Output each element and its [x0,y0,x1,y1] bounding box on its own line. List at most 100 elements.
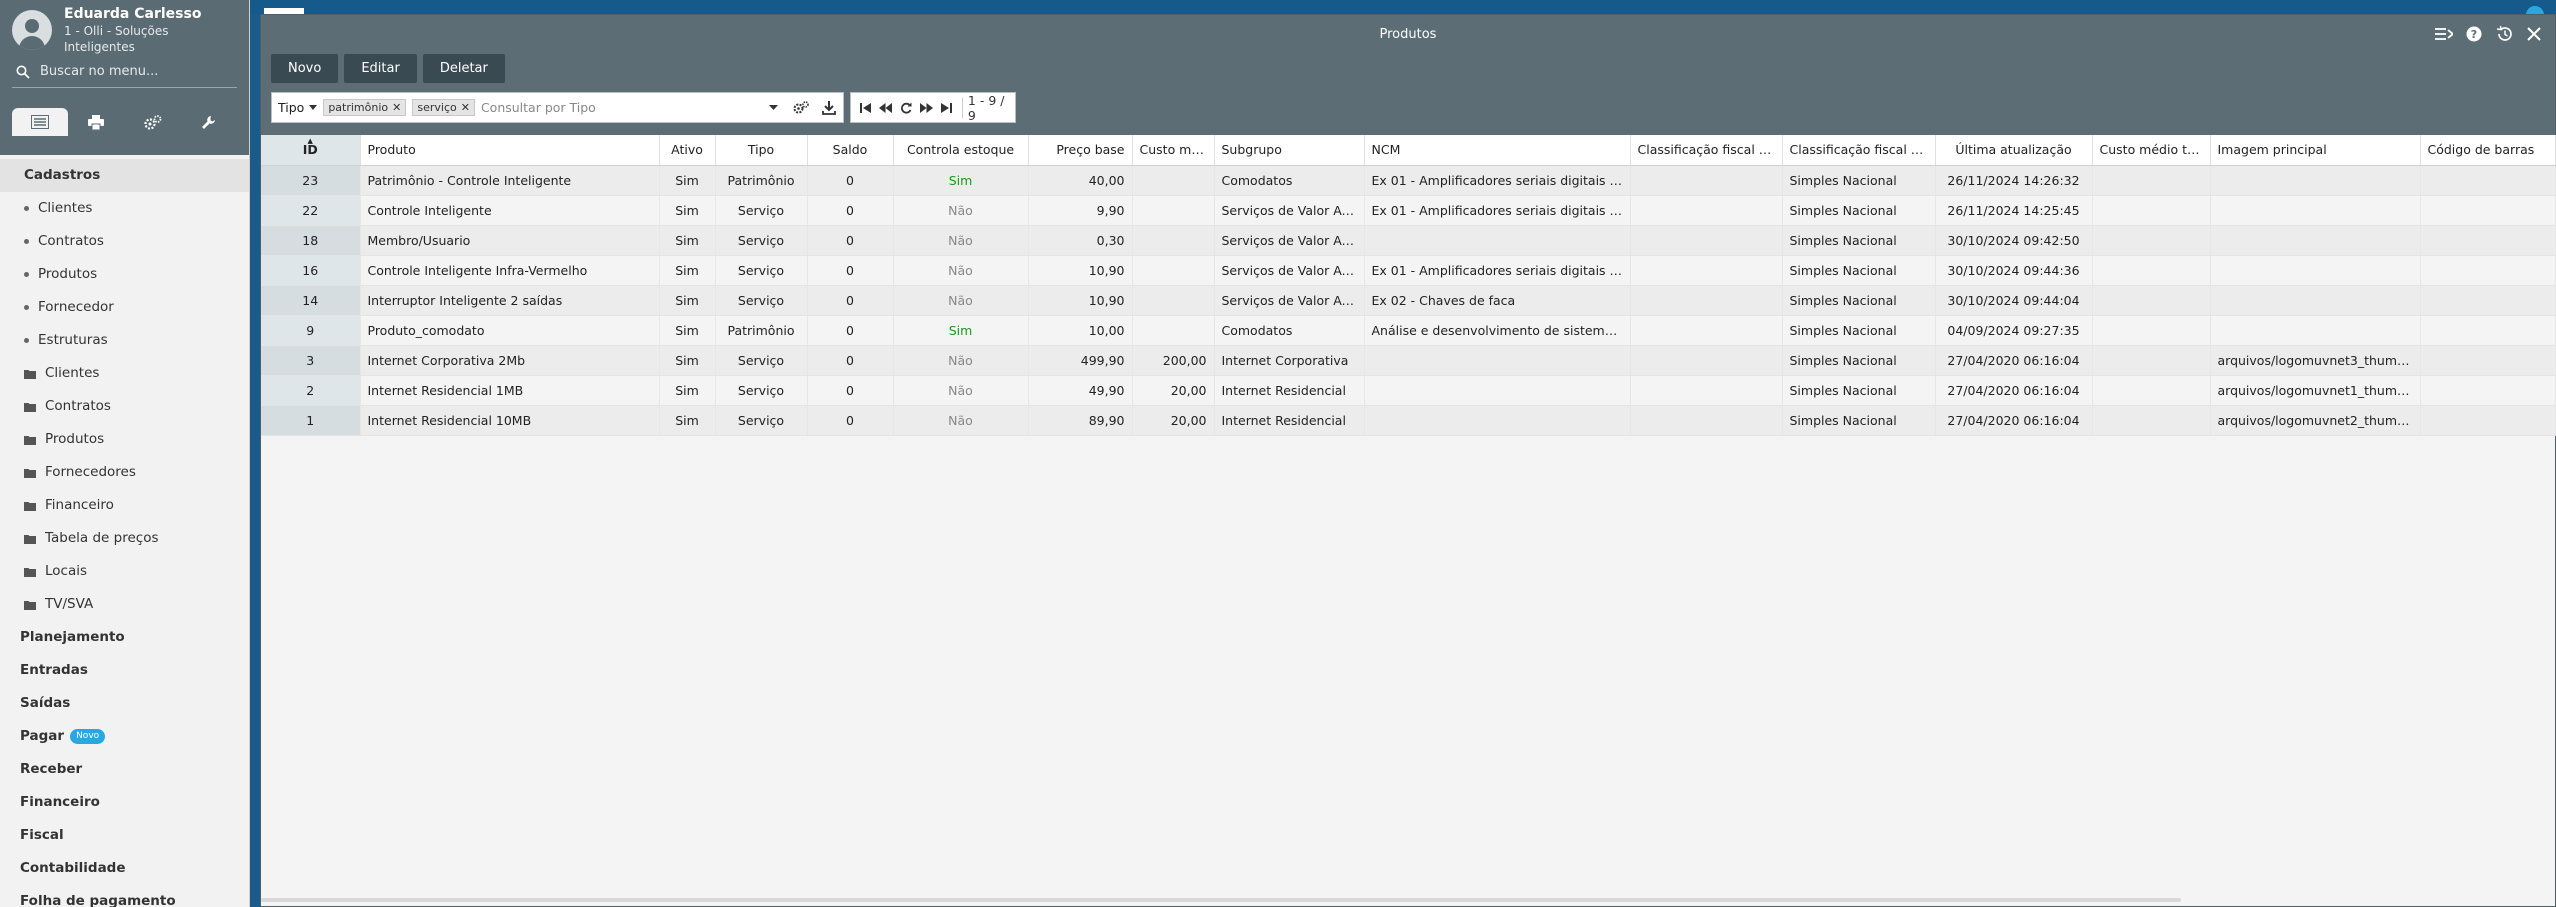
cell-controla-estoque: Não [893,285,1029,316]
table-body: 23 Patrimônio - Controle Inteligente Sim Pa… [261,165,2556,436]
table-row[interactable]: 14 Interruptor Inteligente 2 saídas Sim Ser… [261,285,2556,316]
user-info[interactable]: Eduarda Carlesso 1 - Olli - Soluções Int… [12,6,237,54]
column-header-preco-base[interactable]: Preço base [1028,135,1133,166]
bullet-icon [24,272,29,277]
menu-folder-fornecedores[interactable]: Fornecedores [0,456,249,489]
filter-field-select[interactable]: Tipo [278,100,318,115]
cell-imagem-principal: arquivos/logomuvnet2_thumb.p... [2210,405,2421,436]
cell-custo-medio-total [2092,255,2211,286]
menu-section-cadastros[interactable]: Cadastros [0,159,249,192]
cell-id: 18 [261,225,361,256]
menu-item-produtos[interactable]: Produtos [0,258,249,291]
table-row[interactable]: 16 Controle Inteligente Infra-Vermelho Sim… [261,255,2556,286]
menu-folder-tabela-precos[interactable]: Tabela de preços [0,522,249,555]
table-row[interactable]: 2 Internet Residencial 1MB Sim Serviço 0 Não 4… [261,375,2556,406]
column-header-ultima-atualizacao[interactable]: Última atualização [1935,135,2093,166]
new-button[interactable]: Novo [271,54,339,83]
avatar[interactable] [12,10,52,50]
edit-button[interactable]: Editar [344,54,417,83]
menu-item-clientes[interactable]: Clientes [0,192,249,225]
horizontal-scrollbar[interactable] [261,898,2181,902]
menu-item-estruturas[interactable]: Estruturas [0,324,249,357]
menu-section-financeiro[interactable]: Financeiro [0,786,249,819]
menu-folder-tv-sva[interactable]: TV/SVA [0,588,249,621]
products-table: ▲ ID Produto Ativo Tipo Saldo Controla es… [261,135,2556,436]
menu-folder-clientes[interactable]: Clientes [0,357,249,390]
tab-print[interactable] [68,108,124,136]
first-page-button[interactable] [855,96,875,120]
table-row[interactable]: 9 Produto_comodato Sim Patrimônio 0 Sim 10,00 C… [261,315,2556,346]
last-page-button[interactable] [937,96,957,120]
column-header-custo-medio-total[interactable]: Custo médio to... [2092,135,2211,166]
export-button[interactable] [815,94,843,122]
menu-folder-locais[interactable]: Locais [0,555,249,588]
column-header-ativo[interactable]: Ativo [659,135,716,166]
cell-ncm [1364,375,1631,406]
table-row[interactable]: 22 Controle Inteligente Sim Serviço 0 Não 9,90… [261,195,2556,226]
close-button[interactable] [2525,25,2543,43]
column-header-tipo[interactable]: Tipo [715,135,808,166]
table-row[interactable]: 1 Internet Residencial 10MB Sim Serviço 0 Não… [261,405,2556,436]
cell-ncm [1364,345,1631,376]
column-header-subgrupo[interactable]: Subgrupo [1214,135,1365,166]
history-button[interactable] [2495,25,2513,43]
menu-section-pagar[interactable]: Pagar Novo [0,720,249,753]
menu-folder-financeiro[interactable]: Financeiro [0,489,249,522]
column-header-id[interactable]: ▲ ID [261,135,361,166]
column-header-controla-estoque[interactable]: Controla estoque [893,135,1029,166]
menu-folder-label: Fornecedores [45,464,136,480]
menu-section-planejamento[interactable]: Planejamento [0,621,249,654]
cell-ativo: Sim [659,255,716,286]
table-row[interactable]: 18 Membro/Usuario Sim Serviço 0 Não 0,30 Serviç… [261,225,2556,256]
menu-folder-produtos[interactable]: Produtos [0,423,249,456]
cell-subgrupo: Serviços de Valor Adic... [1214,255,1365,286]
menu-section-receber[interactable]: Receber [0,753,249,786]
column-header-produto[interactable]: Produto [360,135,660,166]
menu-section-fiscal[interactable]: Fiscal [0,819,249,852]
menu-search-input[interactable] [40,64,230,79]
remove-chip-icon[interactable]: ✕ [461,101,470,114]
column-header-classificacao-fiscal-entrada[interactable]: Classificação fiscal en... [1630,135,1783,166]
column-header-saldo[interactable]: Saldo [807,135,894,166]
filter-chip-patrimonio[interactable]: patrimônio ✕ [323,99,407,116]
next-page-button[interactable] [916,96,936,120]
refresh-button[interactable] [896,96,916,120]
cell-custo-medio [1132,285,1215,316]
column-header-classificacao-fiscal-saida[interactable]: Classificação fiscal saí... [1782,135,1936,166]
cell-ultima-atualizacao: 30/10/2024 09:44:36 [1935,255,2093,286]
menu-section-contabilidade[interactable]: Contabilidade [0,852,249,885]
menu-item-contratos[interactable]: Contratos [0,225,249,258]
menu-section-saidas[interactable]: Saídas [0,687,249,720]
tab-list[interactable] [12,108,69,136]
filter-settings-button[interactable] [788,94,816,122]
column-header-imagem-principal[interactable]: Imagem principal [2210,135,2421,166]
cell-produto: Controle Inteligente [360,195,660,226]
column-header-custo-medio[interactable]: Custo mé... [1132,135,1215,166]
user-name: Eduarda Carlesso [64,6,202,22]
cell-tipo: Serviço [715,405,808,436]
wrench-icon [202,115,216,129]
column-header-ncm[interactable]: NCM [1364,135,1631,166]
filter-query-input[interactable] [480,100,760,115]
delete-button[interactable]: Deletar [422,54,505,83]
cell-subgrupo: Internet Residencial [1214,405,1365,436]
filter-chip-servico[interactable]: serviço ✕ [412,99,475,116]
printer-icon [88,114,105,130]
columns-menu-button[interactable] [2435,25,2453,43]
table-row[interactable]: 3 Internet Corporativa 2Mb Sim Serviço 0 Não 4… [261,345,2556,376]
menu-section-entradas[interactable]: Entradas [0,654,249,687]
tab-settings[interactable] [125,108,181,136]
menu-item-fornecedor[interactable]: Fornecedor [0,291,249,324]
table-row[interactable]: 23 Patrimônio - Controle Inteligente Sim Pa… [261,165,2556,196]
cell-classificacao-fiscal-entrada [1630,225,1783,256]
menu-section-folha-pagamento[interactable]: Folha de pagamento [0,885,249,907]
filter-dropdown-button[interactable] [760,94,788,122]
cell-classificacao-fiscal-saida: Simples Nacional [1782,165,1936,196]
menu-folder-contratos[interactable]: Contratos [0,390,249,423]
help-button[interactable]: ? [2465,25,2483,43]
column-header-codigo-barras[interactable]: Código de barras [2420,135,2556,166]
remove-chip-icon[interactable]: ✕ [392,101,401,114]
previous-page-button[interactable] [875,96,895,120]
cell-imagem-principal: arquivos/logomuvnet1_thumb.p... [2210,375,2421,406]
tab-tools[interactable] [181,108,237,136]
